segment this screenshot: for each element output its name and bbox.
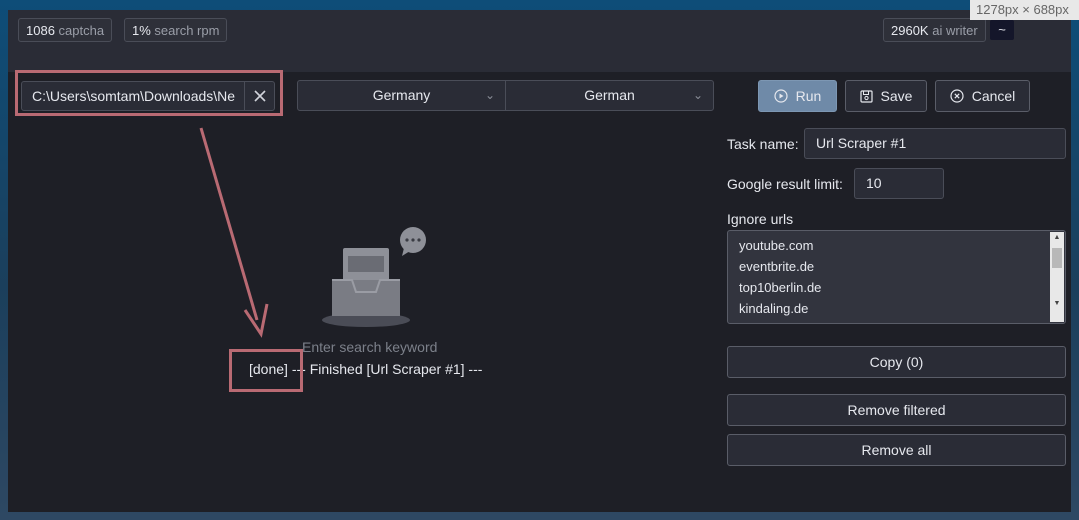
ignore-url-item: kindaling.de (739, 301, 809, 316)
scroll-thumb[interactable] (1052, 248, 1062, 268)
google-limit-input[interactable]: 10 (854, 168, 944, 199)
chevron-down-icon: ⌄ (484, 88, 495, 102)
empty-inbox-icon (322, 227, 426, 327)
ignore-url-item: top10berlin.de (739, 280, 822, 295)
annotation-box-done (229, 349, 303, 392)
search-rpm-unit: search rpm (154, 23, 220, 38)
cancel-button[interactable]: Cancel (935, 80, 1030, 112)
ai-writer-value: 2960K (891, 23, 929, 38)
save-label: Save (880, 88, 913, 104)
empty-placeholder: Enter search keyword (302, 339, 438, 355)
run-label: Run (795, 88, 822, 104)
ignore-urls-textarea[interactable]: youtube.com eventbrite.de top10berlin.de… (727, 230, 1066, 324)
cancel-label: Cancel (971, 88, 1016, 104)
chevron-down-icon: ⌄ (692, 88, 703, 102)
scroll-up-icon[interactable]: ▲ (1050, 232, 1064, 244)
ignore-urls-label: Ignore urls (727, 211, 794, 227)
scroll-down-icon[interactable]: ▼ (1050, 298, 1064, 310)
size-tooltip: 1278px × 688px (970, 0, 1079, 20)
save-icon (859, 89, 873, 103)
task-name-label: Task name: (727, 136, 799, 152)
search-rpm-badge: 1% search rpm (124, 18, 228, 42)
log-message: --- Finished [Url Scraper #1] --- (287, 361, 483, 377)
country-select-value: Germany (372, 87, 431, 103)
remove-all-button[interactable]: Remove all (727, 434, 1066, 466)
cancel-icon (950, 89, 964, 103)
ai-writer-badge: 2960K ai writer (883, 18, 986, 42)
ignore-url-item: eventbrite.de (739, 259, 815, 274)
captcha-badge: 1086 captcha (18, 18, 113, 42)
task-name-input[interactable]: Url Scraper #1 (804, 128, 1066, 159)
save-button[interactable]: Save (845, 80, 927, 112)
textarea-scrollbar[interactable]: ▲ ▼ (1050, 232, 1064, 322)
copy-button[interactable]: Copy (0) (727, 346, 1066, 378)
country-select[interactable]: Germany ⌄ (297, 80, 506, 111)
annotation-arrow-icon (199, 127, 269, 338)
language-select[interactable]: German ⌄ (505, 80, 714, 111)
annotation-box-path (15, 70, 283, 116)
remove-filtered-button[interactable]: Remove filtered (727, 394, 1066, 426)
captcha-count: 1086 (26, 23, 55, 38)
language-select-value: German (584, 87, 635, 103)
tilde-button[interactable]: ~ (990, 20, 1014, 40)
ai-writer-unit: ai writer (932, 23, 978, 38)
ignore-url-item: youtube.com (739, 238, 814, 253)
play-icon (774, 89, 788, 103)
search-rpm-value: 1% (132, 23, 151, 38)
run-button[interactable]: Run (758, 80, 837, 112)
google-limit-label: Google result limit: (727, 176, 843, 192)
captcha-unit: captcha (58, 23, 105, 38)
